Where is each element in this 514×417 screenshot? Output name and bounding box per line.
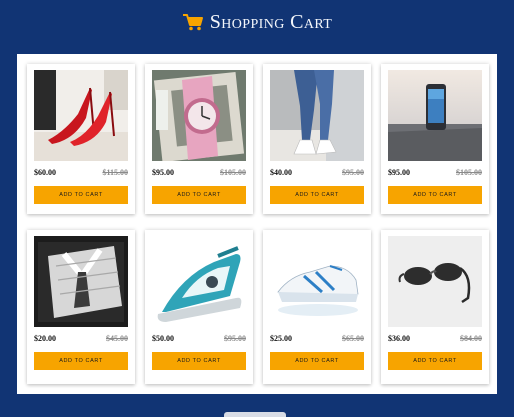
scroll-indicator[interactable] xyxy=(224,412,286,417)
add-to-cart-button[interactable]: ADD TO CART xyxy=(388,186,482,204)
current-price: $50.00 xyxy=(152,334,174,343)
original-price: $65.00 xyxy=(342,334,364,343)
product-image-red-heels[interactable] xyxy=(34,70,128,161)
current-price: $25.00 xyxy=(270,334,292,343)
page-title: Shopping Cart xyxy=(209,10,333,33)
shopping-cart-icon xyxy=(182,14,203,31)
product-image-wristwatch[interactable] xyxy=(152,70,246,161)
price-row: $20.00 $45.00 xyxy=(34,334,128,346)
original-price: $115.00 xyxy=(102,168,128,177)
price-row: $60.00 $115.00 xyxy=(34,168,128,180)
add-to-cart-button[interactable]: ADD TO CART xyxy=(270,186,364,204)
product-image-shirt-box[interactable] xyxy=(34,236,128,327)
original-price: $105.00 xyxy=(220,168,246,177)
add-to-cart-button[interactable]: ADD TO CART xyxy=(388,352,482,370)
current-price: $95.00 xyxy=(388,168,410,177)
page-header: Shopping Cart xyxy=(0,10,514,34)
price-row: $25.00 $65.00 xyxy=(270,334,364,346)
original-price: $95.00 xyxy=(224,334,246,343)
add-to-cart-button[interactable]: ADD TO CART xyxy=(152,186,246,204)
current-price: $95.00 xyxy=(152,168,174,177)
product-card: $95.00 $105.00 ADD TO CART xyxy=(381,64,489,214)
product-card: $60.00 $115.00 ADD TO CART xyxy=(27,64,135,214)
current-price: $60.00 xyxy=(34,168,56,177)
current-price: $20.00 xyxy=(34,334,56,343)
price-row: $40.00 $95.00 xyxy=(270,168,364,180)
product-image-sunglasses[interactable] xyxy=(388,236,482,327)
current-price: $36.00 xyxy=(388,334,410,343)
add-to-cart-button[interactable]: ADD TO CART xyxy=(152,352,246,370)
price-row: $95.00 $105.00 xyxy=(388,168,482,180)
product-card: $36.00 $84.00 ADD TO CART xyxy=(381,230,489,384)
price-row: $36.00 $84.00 xyxy=(388,334,482,346)
original-price: $45.00 xyxy=(106,334,128,343)
product-card: $40.00 $95.00 ADD TO CART xyxy=(263,64,371,214)
product-card: $50.00 $95.00 ADD TO CART xyxy=(145,230,253,384)
price-row: $95.00 $105.00 xyxy=(152,168,246,180)
product-image-running-sneaker[interactable] xyxy=(270,236,364,327)
original-price: $95.00 xyxy=(342,168,364,177)
product-image-smartphone[interactable] xyxy=(388,70,482,161)
current-price: $40.00 xyxy=(270,168,292,177)
add-to-cart-button[interactable]: ADD TO CART xyxy=(270,352,364,370)
product-grid-panel: $60.00 $115.00 ADD TO CART $95.00 $105.0… xyxy=(17,54,497,394)
product-card: $95.00 $105.00 ADD TO CART xyxy=(145,64,253,214)
product-image-steam-iron[interactable] xyxy=(152,236,246,327)
original-price: $105.00 xyxy=(456,168,482,177)
original-price: $84.00 xyxy=(460,334,482,343)
add-to-cart-button[interactable]: ADD TO CART xyxy=(34,186,128,204)
add-to-cart-button[interactable]: ADD TO CART xyxy=(34,352,128,370)
price-row: $50.00 $95.00 xyxy=(152,334,246,346)
product-card: $20.00 $45.00 ADD TO CART xyxy=(27,230,135,384)
product-image-jeans-sneakers[interactable] xyxy=(270,70,364,161)
product-card: $25.00 $65.00 ADD TO CART xyxy=(263,230,371,384)
